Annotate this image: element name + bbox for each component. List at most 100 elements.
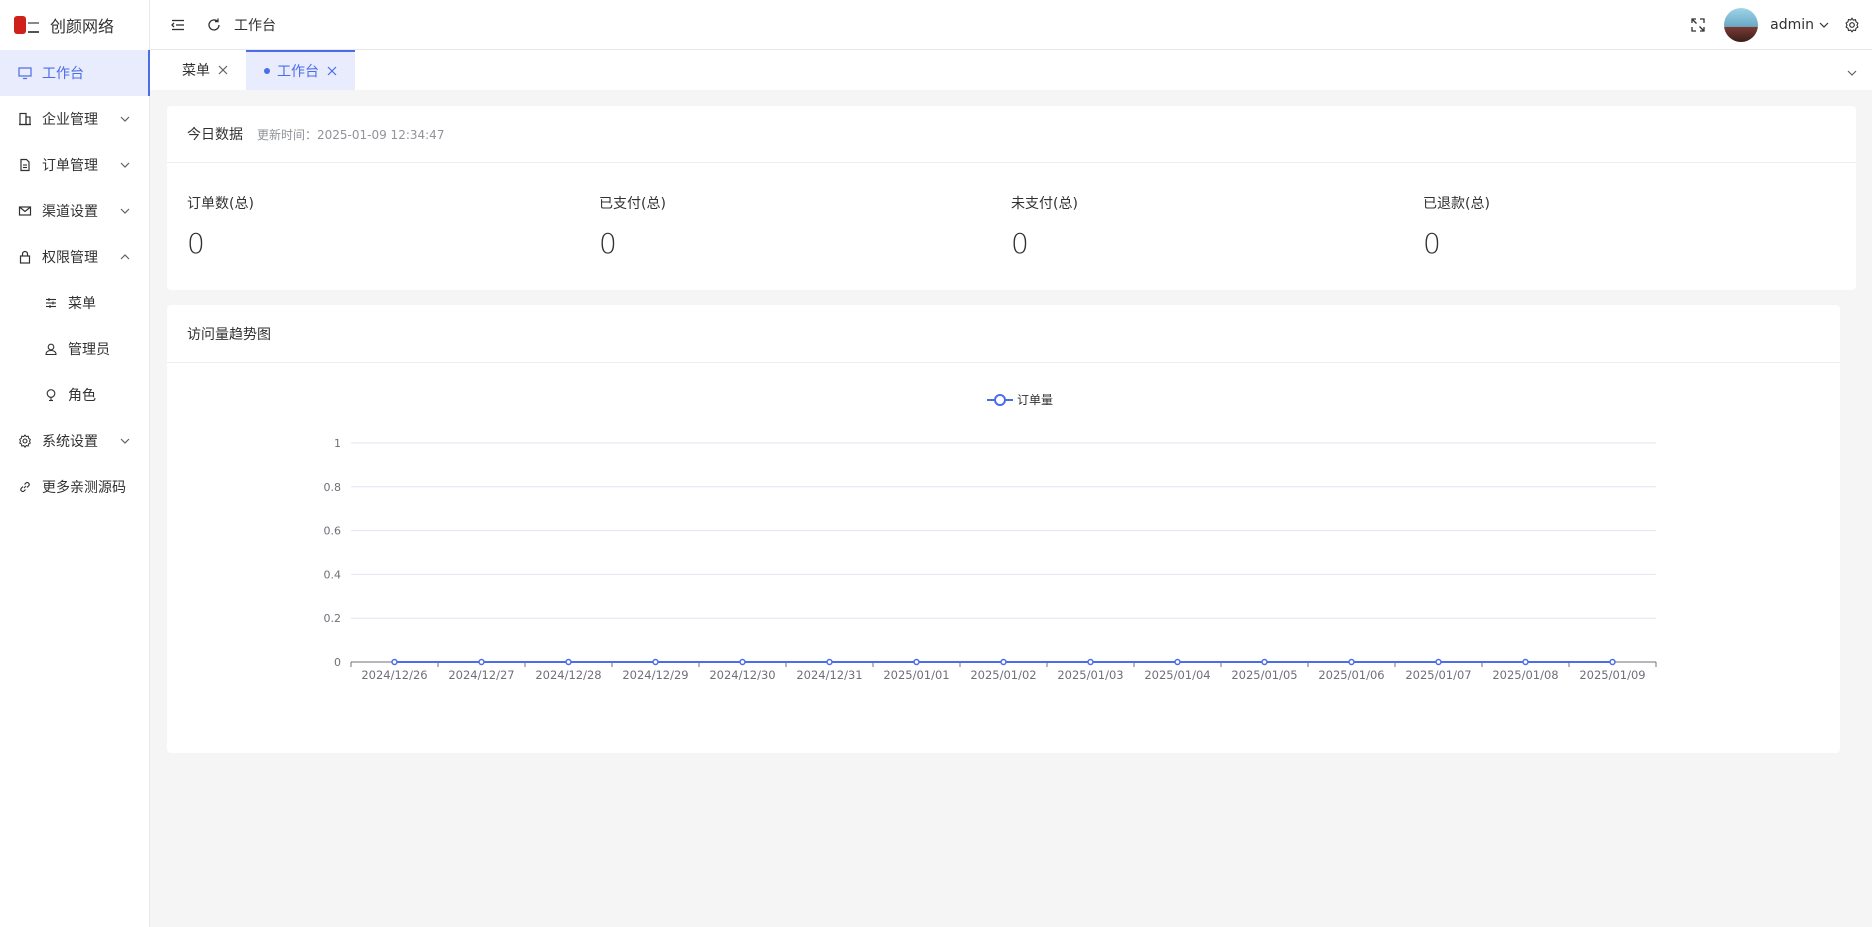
refresh-icon[interactable] <box>206 17 222 33</box>
fullscreen-icon[interactable] <box>1690 17 1706 33</box>
data-point <box>391 658 398 666</box>
stat-label: 未支付(总) <box>1011 196 1078 212</box>
data-point <box>739 658 746 666</box>
link-icon <box>18 480 32 494</box>
update-time: 更新时间：2025-01-09 12:34:47 <box>257 127 445 142</box>
sidebar-item-more-source[interactable]: 更多亲测源码 <box>0 464 149 510</box>
sidebar-item-admins[interactable]: 管理员 <box>0 326 149 372</box>
data-point <box>565 658 572 666</box>
data-point <box>1087 658 1094 666</box>
x-tick-label: 2024/12/26 <box>361 668 427 682</box>
y-tick-label: 1 <box>334 437 341 450</box>
data-point <box>1609 658 1616 666</box>
sidebar-item-permissions[interactable]: 权限管理 <box>0 234 149 280</box>
sidebar-item-label: 企业管理 <box>42 112 98 128</box>
user-name[interactable]: admin <box>1770 17 1814 33</box>
stat-value: 0 <box>1011 227 1029 260</box>
close-icon[interactable] <box>327 66 337 76</box>
y-tick-label: 0.8 <box>324 481 342 494</box>
x-tick-label: 2025/01/01 <box>883 668 949 682</box>
tab-bar: 菜单 工作台 <box>150 50 1872 90</box>
y-tick-label: 0 <box>334 656 341 669</box>
chevron-down-icon[interactable] <box>1818 19 1830 31</box>
sidebar-item-label: 管理员 <box>68 342 110 358</box>
data-point <box>478 658 485 666</box>
data-point <box>1348 658 1355 666</box>
sidebar-item-label: 系统设置 <box>42 434 98 450</box>
gear-icon <box>18 434 32 448</box>
tab-workbench[interactable]: 工作台 <box>246 50 355 90</box>
mail-icon <box>18 204 32 218</box>
stat-unpaid-total: 未支付(总) 0 <box>1011 163 1423 260</box>
chevron-down-icon[interactable] <box>1846 64 1858 76</box>
active-dot-icon <box>264 68 270 74</box>
x-tick-label: 2024/12/28 <box>535 668 601 682</box>
chevron-down-icon <box>119 159 131 171</box>
stat-value: 0 <box>599 227 617 260</box>
sidebar-item-label: 菜单 <box>68 296 96 312</box>
top-header: 工作台 admin <box>150 0 1872 50</box>
gear-icon[interactable] <box>1844 17 1860 33</box>
sidebar-menu: 工作台 企业管理 订单管理 渠道设置 权限管理 菜单 管理员 角色 系统设置 更… <box>0 50 150 510</box>
sidebar-item-enterprise[interactable]: 企业管理 <box>0 96 149 142</box>
stat-orders-total: 订单数(总) 0 <box>187 163 599 260</box>
x-tick-label: 2025/01/09 <box>1579 668 1645 682</box>
x-tick-label: 2025/01/07 <box>1405 668 1471 682</box>
stat-paid-total: 已支付(总) 0 <box>599 163 1011 260</box>
monitor-icon <box>18 66 32 80</box>
tab-menu[interactable]: 菜单 <box>164 50 246 90</box>
data-point <box>1261 658 1268 666</box>
y-tick-label: 0.2 <box>324 612 342 625</box>
topbar-actions: admin <box>1690 0 1860 50</box>
x-tick-label: 2024/12/30 <box>709 668 775 682</box>
sidebar-item-orders[interactable]: 订单管理 <box>0 142 149 188</box>
today-data-card: 今日数据 更新时间：2025-01-09 12:34:47 订单数(总) 0 已… <box>167 106 1856 290</box>
x-tick-label: 2025/01/06 <box>1318 668 1384 682</box>
x-tick-label: 2025/01/05 <box>1231 668 1297 682</box>
chevron-down-icon <box>119 435 131 447</box>
tab-label: 菜单 <box>182 63 210 79</box>
sliders-icon <box>44 296 58 310</box>
data-point <box>826 658 833 666</box>
sidebar-item-label: 工作台 <box>42 66 84 82</box>
data-point <box>913 658 920 666</box>
stat-label: 已退款(总) <box>1423 196 1490 212</box>
user-icon <box>44 342 58 356</box>
data-point <box>1000 658 1007 666</box>
data-point <box>1435 658 1442 666</box>
app-logo[interactable]: 创颜网络 <box>0 0 149 50</box>
sidebar-item-label: 订单管理 <box>42 158 98 174</box>
stat-value: 0 <box>187 227 205 260</box>
card-title: 今日数据 <box>187 127 243 143</box>
card-header: 今日数据 更新时间：2025-01-09 12:34:47 <box>167 106 1856 163</box>
sidebar-item-label: 更多亲测源码 <box>42 480 126 496</box>
x-tick-label: 2024/12/31 <box>796 668 862 682</box>
line-chart: 0 0.2 0.4 0.6 0.8 1 2024/12/26 2024/12/27 2024/1… <box>324 437 1657 682</box>
sidebar-item-channels[interactable]: 渠道设置 <box>0 188 149 234</box>
x-tick-label: 2024/12/27 <box>448 668 514 682</box>
avatar[interactable] <box>1724 8 1759 42</box>
sidebar-item-workbench[interactable]: 工作台 <box>0 50 150 96</box>
stat-refunded-total: 已退款(总) 0 <box>1423 163 1835 260</box>
chevron-down-icon <box>119 113 131 125</box>
building-icon <box>18 112 32 126</box>
breadcrumb[interactable]: 工作台 <box>234 15 276 35</box>
chevron-up-icon <box>119 251 131 263</box>
data-point <box>1522 658 1529 666</box>
sidebar-item-roles[interactable]: 角色 <box>0 372 149 418</box>
close-icon[interactable] <box>218 65 228 75</box>
sidebar-item-menu[interactable]: 菜单 <box>0 280 149 326</box>
lock-icon <box>18 250 32 264</box>
stat-label: 订单数(总) <box>187 196 254 212</box>
sidebar-item-system[interactable]: 系统设置 <box>0 418 149 464</box>
app-title: 创颜网络 <box>50 17 115 36</box>
sidebar-item-label: 权限管理 <box>42 250 98 266</box>
data-point <box>1174 658 1181 666</box>
sidebar: 创颜网络 工作台 企业管理 订单管理 渠道设置 权限管理 菜单 管理员 角色 系… <box>0 0 150 927</box>
y-tick-label: 0.4 <box>324 568 342 581</box>
stat-value: 0 <box>1423 227 1441 260</box>
chevron-down-icon <box>119 205 131 217</box>
collapse-menu-icon[interactable] <box>170 17 186 33</box>
data-point <box>652 658 659 666</box>
document-icon <box>18 158 32 172</box>
